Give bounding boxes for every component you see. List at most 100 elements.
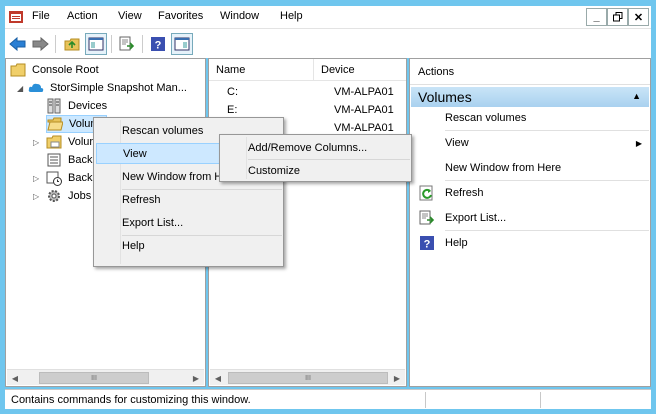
- action-view[interactable]: View ▶: [410, 132, 650, 154]
- restore-child-button[interactable]: [607, 8, 628, 26]
- tree-item-devices[interactable]: Devices: [46, 97, 107, 115]
- open-folder-icon: [47, 117, 63, 131]
- expand-arrow-icon[interactable]: ▷: [33, 192, 39, 201]
- storsimple-cloud-icon: [28, 83, 44, 92]
- minimize-child-button[interactable]: _: [586, 8, 607, 26]
- action-label: View: [445, 137, 469, 149]
- list-horizontal-scrollbar[interactable]: ◀ III ▶: [210, 369, 405, 385]
- list-cell-device[interactable]: VM-ALPA01: [334, 101, 394, 119]
- export-list-button[interactable]: [116, 33, 138, 55]
- forward-button[interactable]: [29, 33, 51, 55]
- tree-horizontal-scrollbar[interactable]: ◀ III ▶: [7, 369, 204, 385]
- scroll-thumb[interactable]: III: [228, 372, 388, 384]
- tree-item-label: Jobs: [68, 190, 92, 202]
- tree-item-console-root[interactable]: Console Root: [10, 61, 99, 79]
- toolbar-separator: [142, 35, 143, 53]
- ctx-item-label: Customize: [248, 164, 300, 177]
- back-icon: [9, 36, 26, 52]
- menu-file[interactable]: File: [32, 10, 50, 22]
- toolbar: ?: [5, 28, 651, 58]
- menu-view[interactable]: View: [118, 10, 142, 22]
- action-export-list[interactable]: Export List...: [410, 207, 650, 229]
- ctx-item-export-list[interactable]: Export List...: [96, 212, 281, 233]
- backup-catalog-icon: [46, 171, 62, 186]
- list-cell-device[interactable]: VM-ALPA01: [334, 83, 394, 101]
- svg-text:?: ?: [155, 40, 162, 52]
- view-submenu: Add/Remove Columns... Customize: [219, 134, 412, 182]
- export-list-icon: [119, 36, 135, 51]
- tree-item-label: Volur: [68, 136, 94, 148]
- show-hide-console-tree-button[interactable]: [85, 33, 107, 55]
- folder-group-icon: [46, 135, 62, 149]
- menu-bar: File Action View Favorites Window Help _…: [5, 6, 651, 28]
- jobs-gear-icon: [48, 190, 60, 202]
- tree-item-backup-policies[interactable]: Backu: [46, 151, 99, 169]
- help-button[interactable]: ?: [147, 33, 169, 55]
- toolbar-separator: [55, 35, 56, 53]
- scroll-right-icon[interactable]: ▶: [188, 370, 204, 386]
- show-hide-action-pane-button[interactable]: [171, 33, 193, 55]
- action-label: Refresh: [445, 187, 484, 199]
- column-header-device[interactable]: Device: [314, 59, 406, 81]
- ctx-item-label: View: [123, 147, 147, 160]
- mmc-app-icon[interactable]: [8, 9, 24, 25]
- scroll-thumb[interactable]: III: [39, 372, 149, 384]
- ctx-item-label: Rescan volumes: [122, 124, 204, 137]
- back-button[interactable]: [7, 33, 29, 55]
- ctx-item-label: Help: [122, 239, 145, 252]
- ctx-item-label: Export List...: [122, 216, 184, 229]
- action-label: New Window from Here: [445, 162, 562, 174]
- action-label: Help: [445, 237, 468, 249]
- action-help[interactable]: ? Help: [410, 232, 650, 254]
- action-divider: [445, 180, 649, 181]
- scroll-left-icon[interactable]: ◀: [210, 370, 226, 386]
- tree-item-label: StorSimple Snapshot Man...: [50, 82, 187, 94]
- section-title: Volumes: [418, 89, 472, 105]
- tree-item-backup-catalog[interactable]: Backu: [46, 169, 99, 187]
- collapse-section-icon[interactable]: ▲: [632, 91, 641, 101]
- toolbar-separator: [111, 35, 112, 53]
- menu-window[interactable]: Window: [220, 10, 259, 22]
- expand-arrow-icon[interactable]: ▷: [33, 138, 39, 147]
- ctx-item-label: Refresh: [122, 193, 161, 206]
- ctx-item-add-remove-columns[interactable]: Add/Remove Columns...: [222, 137, 409, 158]
- ctx-item-refresh[interactable]: Refresh: [96, 189, 281, 210]
- show-hide-action-pane-icon: [174, 37, 190, 51]
- collapse-arrow-icon[interactable]: ◢: [17, 84, 23, 93]
- close-child-button[interactable]: ✕: [628, 8, 649, 26]
- mmc-window: File Action View Favorites Window Help _…: [0, 0, 656, 414]
- scroll-left-icon[interactable]: ◀: [7, 370, 23, 386]
- actions-pane: Actions Volumes ▲ Rescan volumes View ▶ …: [409, 58, 651, 387]
- expand-arrow-icon[interactable]: ▷: [33, 174, 39, 183]
- restore-icon: [612, 12, 622, 22]
- ctx-item-customize[interactable]: Customize: [222, 160, 409, 181]
- refresh-icon: [419, 185, 433, 201]
- action-new-window[interactable]: New Window from Here: [410, 157, 650, 179]
- svg-text:?: ?: [424, 239, 431, 251]
- action-rescan-volumes[interactable]: Rescan volumes: [410, 107, 650, 129]
- tree-item-volume-groups[interactable]: Volur: [46, 133, 93, 151]
- actions-section-volumes[interactable]: Volumes ▲: [411, 87, 649, 107]
- list-cell-name[interactable]: C:: [227, 83, 238, 101]
- submenu-arrow-icon: ▶: [635, 138, 642, 148]
- forward-icon: [32, 36, 49, 52]
- folder-icon: [10, 63, 26, 77]
- help-icon: ?: [420, 236, 434, 251]
- menu-help[interactable]: Help: [280, 10, 303, 22]
- action-divider: [445, 230, 649, 231]
- column-header-name[interactable]: Name: [209, 59, 314, 81]
- action-label: Rescan volumes: [445, 112, 527, 124]
- action-refresh[interactable]: Refresh: [410, 182, 650, 204]
- tree-item-jobs[interactable]: Jobs: [46, 187, 91, 205]
- tree-item-label: Console Root: [32, 64, 99, 76]
- menu-favorites[interactable]: Favorites: [158, 10, 203, 22]
- scroll-right-icon[interactable]: ▶: [389, 370, 405, 386]
- menu-action[interactable]: Action: [67, 10, 98, 22]
- ctx-item-label: Add/Remove Columns...: [248, 141, 368, 154]
- ctx-item-help[interactable]: Help: [96, 235, 281, 256]
- actions-header: Actions: [410, 59, 650, 85]
- tree-item-label: Devices: [68, 100, 108, 112]
- tree-item-storsimple[interactable]: StorSimple Snapshot Man...: [28, 79, 187, 97]
- up-one-level-button[interactable]: [61, 33, 83, 55]
- status-divider: [425, 392, 426, 408]
